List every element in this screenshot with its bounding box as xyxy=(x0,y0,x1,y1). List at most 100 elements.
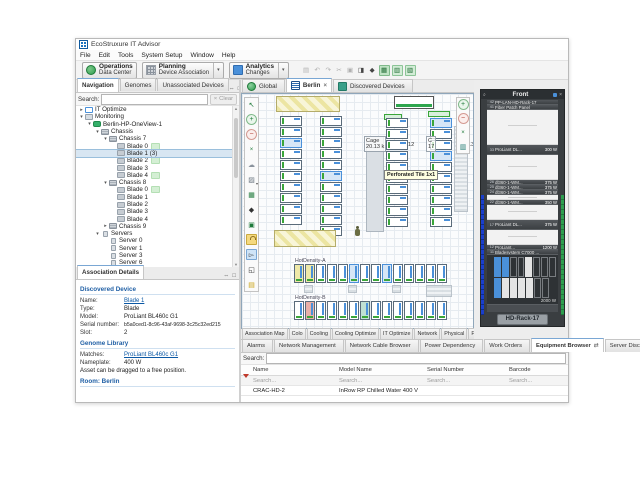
tree-expander-icon[interactable]: ▾ xyxy=(102,180,109,186)
left-panel-tab[interactable]: Unassociated Devices xyxy=(157,78,228,91)
panel-collapse-icon[interactable]: ⇔ xyxy=(223,273,229,279)
toolbar-icon[interactable]: ✂ xyxy=(335,66,344,75)
equipment-search-input[interactable] xyxy=(266,353,566,364)
menu-item[interactable]: Edit xyxy=(99,52,110,59)
floor-rack[interactable] xyxy=(430,184,452,194)
tool-icon[interactable]: + xyxy=(458,99,469,110)
blade-slot[interactable] xyxy=(525,257,532,277)
filter-input[interactable]: Search... xyxy=(425,378,507,384)
toolbar-icon[interactable]: ▧ xyxy=(405,65,416,76)
column-header[interactable]: Model Name xyxy=(337,367,425,373)
tool-icon[interactable] xyxy=(246,234,257,245)
rack-pin-icon[interactable] xyxy=(553,93,557,97)
tool-icon[interactable]: ▦ xyxy=(246,189,257,200)
magnifier-icon[interactable]: ⌕ xyxy=(483,92,486,98)
floor-rack[interactable] xyxy=(320,138,342,148)
clear-search-button[interactable]: × Clear xyxy=(210,94,237,105)
tree-item[interactable]: ▾ Chassis xyxy=(76,128,232,135)
floor-rack[interactable] xyxy=(316,301,326,320)
floor-rack[interactable] xyxy=(280,138,302,148)
tree-item[interactable]: ▾ Chassis 7 xyxy=(76,135,232,142)
floor-rack[interactable] xyxy=(360,264,370,283)
floor-rack[interactable] xyxy=(386,151,408,161)
floor-rack[interactable] xyxy=(294,301,304,320)
floor-rack[interactable] xyxy=(280,116,302,126)
floor-rack[interactable] xyxy=(393,264,403,283)
table-row[interactable]: CRAC-HD-2 InRow RP Chilled Water 400 V xyxy=(241,386,568,396)
floor-rack[interactable] xyxy=(386,184,408,194)
bottom-panel-tab[interactable]: Server Discoveries xyxy=(605,339,640,352)
blade-slot[interactable] xyxy=(494,278,501,298)
floor-rack[interactable] xyxy=(415,301,425,320)
floor-rack[interactable] xyxy=(404,264,414,283)
tree-item[interactable]: ▾ Monitoring xyxy=(76,113,232,120)
floor-rack[interactable] xyxy=(386,206,408,216)
floor-rack[interactable] xyxy=(338,264,348,283)
rack-slot[interactable] xyxy=(487,230,558,245)
tool-icon[interactable]: ◱ xyxy=(246,264,257,275)
floor-rack[interactable] xyxy=(430,206,452,216)
floor-rack[interactable] xyxy=(426,264,436,283)
tool-icon[interactable]: ▥ xyxy=(458,141,469,152)
workspace-tab[interactable]: Berlin × xyxy=(286,78,332,92)
menu-item[interactable]: Window xyxy=(190,52,213,59)
tool-icon[interactable]: ▤ xyxy=(246,279,257,290)
tool-icon[interactable]: + xyxy=(246,114,257,125)
floor-rack[interactable] xyxy=(338,301,348,320)
toolbar-icon[interactable]: ◨ xyxy=(357,66,366,75)
tree-expander-icon[interactable]: ▾ xyxy=(94,231,101,237)
toolbar-icon[interactable]: ↷ xyxy=(324,66,333,75)
toolbar-icon[interactable]: ▣ xyxy=(346,66,355,75)
floor-rack[interactable] xyxy=(415,264,425,283)
planning-perspective-button[interactable]: Planning Device Association ▾ xyxy=(142,62,224,79)
floor-rack[interactable] xyxy=(305,301,315,320)
floor-rack[interactable] xyxy=(280,215,302,225)
floor-rack[interactable] xyxy=(386,140,408,150)
floor-rack[interactable] xyxy=(316,264,326,283)
column-header[interactable]: Serial Number xyxy=(425,367,507,373)
tree-expander-icon[interactable]: ▸ xyxy=(78,107,85,113)
floor-rack[interactable] xyxy=(320,116,342,126)
floor-rack[interactable] xyxy=(320,160,342,170)
tool-icon[interactable]: × xyxy=(458,127,469,138)
floor-rack[interactable] xyxy=(349,264,359,283)
floor-rack[interactable] xyxy=(320,171,342,181)
analytics-dropdown-icon[interactable]: ▾ xyxy=(278,63,285,78)
overlay-tab[interactable]: Physical xyxy=(441,328,467,339)
tab-close-icon[interactable]: × xyxy=(323,83,327,89)
floor-rack[interactable] xyxy=(371,301,381,320)
floor-rack[interactable] xyxy=(280,204,302,214)
blade-slot[interactable] xyxy=(502,278,509,298)
floor-rack[interactable] xyxy=(280,182,302,192)
filter-input[interactable]: Search... xyxy=(337,378,425,384)
planning-dropdown-icon[interactable]: ▾ xyxy=(213,63,220,78)
floor-rack[interactable] xyxy=(437,301,447,320)
menu-item[interactable]: Tools xyxy=(118,52,133,59)
rack-slot[interactable]: 17 ProLiant DL... 375 W xyxy=(487,220,558,230)
floor-rack[interactable] xyxy=(280,149,302,159)
tree-item[interactable]: Server 0 xyxy=(76,237,232,244)
bottom-panel-tab[interactable]: Power Dependency xyxy=(420,339,484,352)
tree-item[interactable]: ▾ Berlin-HP-OneView-1 xyxy=(76,121,232,128)
tool-icon[interactable]: ◆ xyxy=(246,204,257,215)
workspace-tab[interactable]: Discovered Devices xyxy=(333,79,413,92)
blade-slot[interactable] xyxy=(549,257,556,277)
bottom-panel-tab[interactable]: Work Orders xyxy=(484,339,530,352)
toolbar-icon[interactable]: ◆ xyxy=(368,66,377,75)
panel-collapse-icon[interactable]: ⇔ xyxy=(229,86,235,92)
floor-rack[interactable] xyxy=(382,264,392,283)
tool-icon[interactable]: ▻ xyxy=(246,249,257,260)
analytics-perspective-button[interactable]: Analytics Changes ▾ xyxy=(229,62,289,79)
tree-item[interactable]: ▸ IT Optimize xyxy=(76,106,232,113)
tree-item[interactable]: Blade 2 xyxy=(76,157,232,164)
overlay-tab[interactable]: Cooling xyxy=(307,328,331,339)
tree-expander-icon[interactable]: ▾ xyxy=(78,114,85,120)
menu-item[interactable]: Help xyxy=(222,52,236,59)
bottom-panel-tab[interactable]: Network Cable Browser xyxy=(345,339,419,352)
tree-scrollbar[interactable]: ▲ ▼ xyxy=(232,106,239,267)
tool-icon[interactable]: ▨ ▾ xyxy=(246,174,257,185)
tool-icon[interactable]: ↖ xyxy=(246,99,257,110)
floor-rack[interactable] xyxy=(382,301,392,320)
search-input[interactable] xyxy=(101,94,207,105)
rack-close-icon[interactable]: × xyxy=(559,92,562,98)
